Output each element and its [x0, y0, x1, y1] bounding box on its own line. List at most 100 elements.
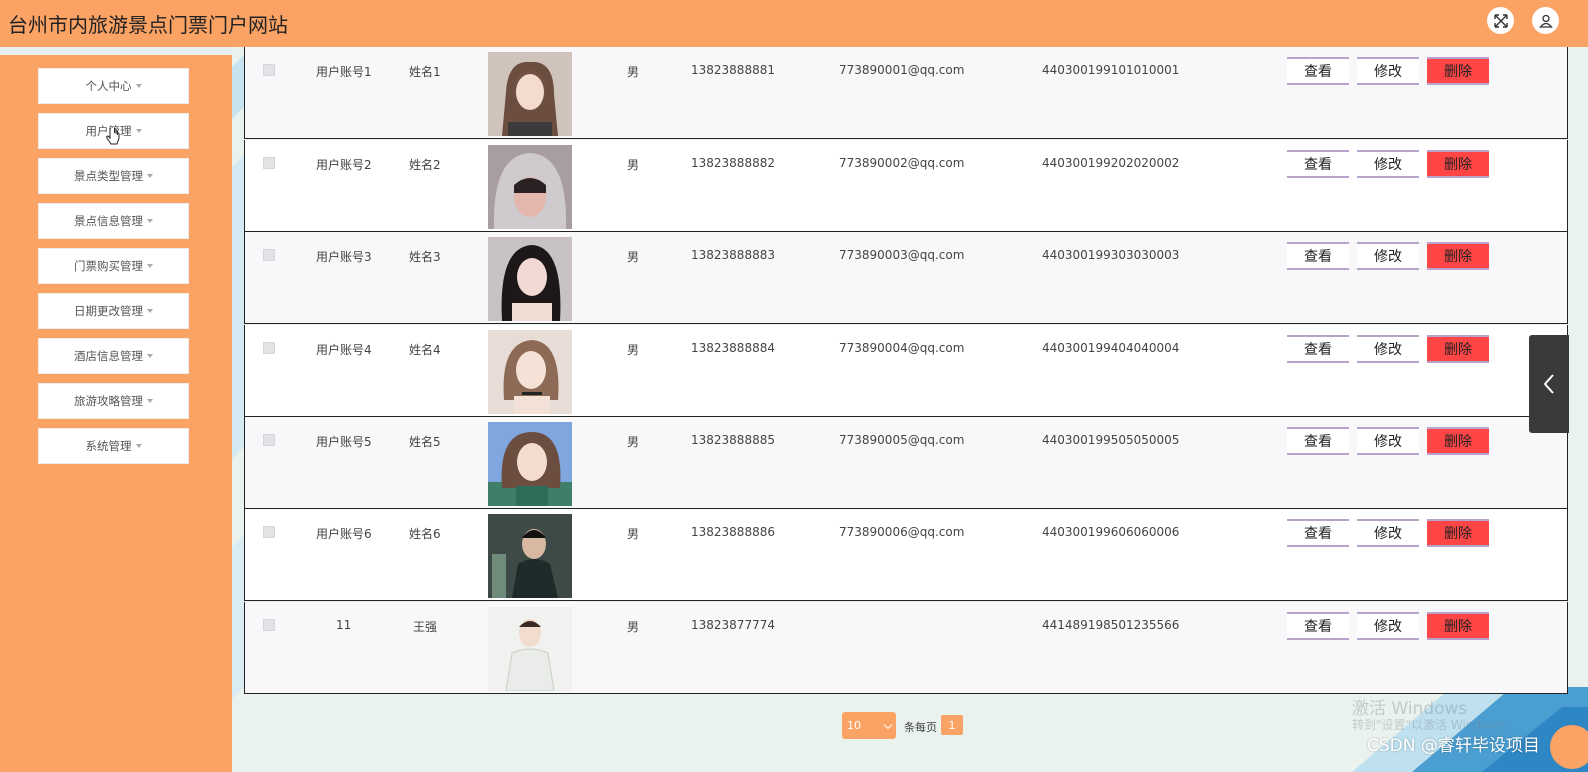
user-photo — [488, 237, 572, 321]
chevron-down-icon — [147, 219, 153, 223]
sidebar-item-system-management[interactable]: 系统管理 — [38, 428, 189, 464]
cell-phone: 13823877774 — [691, 618, 775, 632]
cell-id-card: 440300199606060006 — [1042, 525, 1180, 539]
user-photo — [488, 330, 572, 414]
delete-button[interactable]: 删除 — [1427, 242, 1489, 270]
sidebar-item-scenic-info-management[interactable]: 景点信息管理 — [38, 203, 189, 239]
cell-id-card: 440300199101010001 — [1042, 63, 1180, 77]
sidebar-item-label: 酒店信息管理 — [74, 349, 143, 363]
view-button[interactable]: 查看 — [1287, 335, 1349, 363]
cell-account: 用户账号4 — [316, 343, 372, 357]
edit-button[interactable]: 修改 — [1357, 57, 1419, 85]
table-row: 用户账号4 姓名4 男 13823888884 773890004@qq.com… — [244, 325, 1568, 417]
sidebar-item-user-management[interactable]: 用户管理 — [38, 113, 189, 149]
edit-button[interactable]: 修改 — [1357, 335, 1419, 363]
cell-account: 用户账号2 — [316, 158, 372, 172]
delete-button[interactable]: 删除 — [1427, 57, 1489, 85]
edit-button[interactable]: 修改 — [1357, 427, 1419, 455]
view-button[interactable]: 查看 — [1287, 612, 1349, 640]
chevron-down-icon — [147, 354, 153, 358]
sidebar-item-hotel-info-management[interactable]: 酒店信息管理 — [38, 338, 189, 374]
view-button[interactable]: 查看 — [1287, 150, 1349, 178]
sidebar-item-label: 个人中心 — [85, 79, 132, 93]
delete-button[interactable]: 删除 — [1427, 612, 1489, 640]
cell-name: 王强 — [413, 620, 438, 634]
cell-id-card: 440300199404040004 — [1042, 341, 1180, 355]
table-row: 用户账号2 姓名2 男 13823888882 773890002@qq.com… — [244, 140, 1568, 232]
cell-email: 773890002@qq.com — [839, 156, 965, 170]
sidebar-top-strip — [0, 47, 232, 55]
cell-account: 用户账号5 — [316, 435, 372, 449]
sidebar-item-scenic-type-management[interactable]: 景点类型管理 — [38, 158, 189, 194]
user-photo — [488, 422, 572, 506]
delete-button[interactable]: 删除 — [1427, 150, 1489, 178]
page-size-value: 10 — [847, 719, 861, 732]
chevron-down-icon — [135, 129, 142, 133]
sidebar-item-travel-guide-management[interactable]: 旅游攻略管理 — [38, 383, 189, 419]
cell-name: 姓名2 — [409, 158, 441, 172]
cell-id-card: 440300199303030003 — [1042, 248, 1180, 262]
expand-icon[interactable] — [1487, 7, 1514, 34]
chevron-down-icon — [135, 84, 142, 88]
sidebar-item-ticket-purchase-management[interactable]: 门票购买管理 — [38, 248, 189, 284]
cell-account: 用户账号3 — [316, 250, 372, 264]
chevron-left-icon — [1543, 374, 1554, 394]
edit-button[interactable]: 修改 — [1357, 150, 1419, 178]
cell-name: 姓名3 — [409, 250, 441, 264]
table-row: 11 王强 男 13823877774 441489198501235566 查… — [244, 602, 1568, 694]
chevron-down-icon — [147, 399, 153, 403]
edit-button[interactable]: 修改 — [1357, 519, 1419, 547]
sidebar-item-label: 景点类型管理 — [74, 169, 143, 183]
cell-name: 姓名4 — [409, 343, 441, 357]
chevron-down-icon — [147, 264, 153, 268]
edit-button[interactable]: 修改 — [1357, 242, 1419, 270]
table-row: 用户账号6 姓名6 男 13823888886 773890006@qq.com… — [244, 509, 1568, 601]
view-button[interactable]: 查看 — [1287, 242, 1349, 270]
row-checkbox[interactable] — [263, 157, 275, 169]
user-icon[interactable] — [1532, 7, 1559, 34]
cell-id-card: 440300199202020002 — [1042, 156, 1180, 170]
row-checkbox[interactable] — [263, 64, 275, 76]
cell-phone: 13823888881 — [691, 63, 775, 77]
row-checkbox[interactable] — [263, 434, 275, 446]
cell-account: 11 — [336, 618, 352, 632]
user-photo — [488, 607, 572, 691]
cell-name: 姓名6 — [409, 527, 441, 541]
cell-phone: 13823888884 — [691, 341, 775, 355]
view-button[interactable]: 查看 — [1287, 57, 1349, 85]
cell-email: 773890006@qq.com — [839, 525, 965, 539]
row-checkbox[interactable] — [263, 619, 275, 631]
delete-button[interactable]: 删除 — [1427, 519, 1489, 547]
cell-account: 用户账号6 — [316, 527, 372, 541]
site-title: 台州市内旅游景点门票门户网站 — [8, 13, 288, 37]
page-size-select[interactable]: 10 — [842, 712, 896, 739]
edit-button[interactable]: 修改 — [1357, 612, 1419, 640]
chevron-down-icon — [147, 309, 153, 313]
cell-phone: 13823888882 — [691, 156, 775, 170]
chevron-down-icon — [147, 174, 153, 178]
cell-name: 姓名5 — [409, 435, 441, 449]
chevron-down-icon — [883, 720, 893, 730]
cell-phone: 13823888885 — [691, 433, 775, 447]
cell-email: 773890005@qq.com — [839, 433, 965, 447]
cell-gender: 男 — [627, 343, 640, 357]
view-button[interactable]: 查看 — [1287, 519, 1349, 547]
sidebar-item-personal-center[interactable]: 个人中心 — [38, 68, 189, 104]
cell-gender: 男 — [627, 527, 640, 541]
table-row: 用户账号5 姓名5 男 13823888885 773890005@qq.com… — [244, 417, 1568, 509]
sidebar-item-label: 系统管理 — [85, 439, 132, 453]
table-row: 用户账号1 姓名1 男 13823888881 773890001@qq.com… — [244, 47, 1568, 139]
row-checkbox[interactable] — [263, 526, 275, 538]
row-checkbox[interactable] — [263, 249, 275, 261]
cell-gender: 男 — [627, 620, 640, 634]
cell-name: 姓名1 — [409, 65, 441, 79]
view-button[interactable]: 查看 — [1287, 427, 1349, 455]
collapse-panel-button[interactable] — [1529, 335, 1569, 433]
user-photo — [488, 52, 572, 136]
row-checkbox[interactable] — [263, 342, 275, 354]
cell-id-card: 440300199505050005 — [1042, 433, 1180, 447]
sidebar-item-date-change-management[interactable]: 日期更改管理 — [38, 293, 189, 329]
delete-button[interactable]: 删除 — [1427, 335, 1489, 363]
delete-button[interactable]: 删除 — [1427, 427, 1489, 455]
page-number-current[interactable]: 1 — [941, 715, 963, 735]
